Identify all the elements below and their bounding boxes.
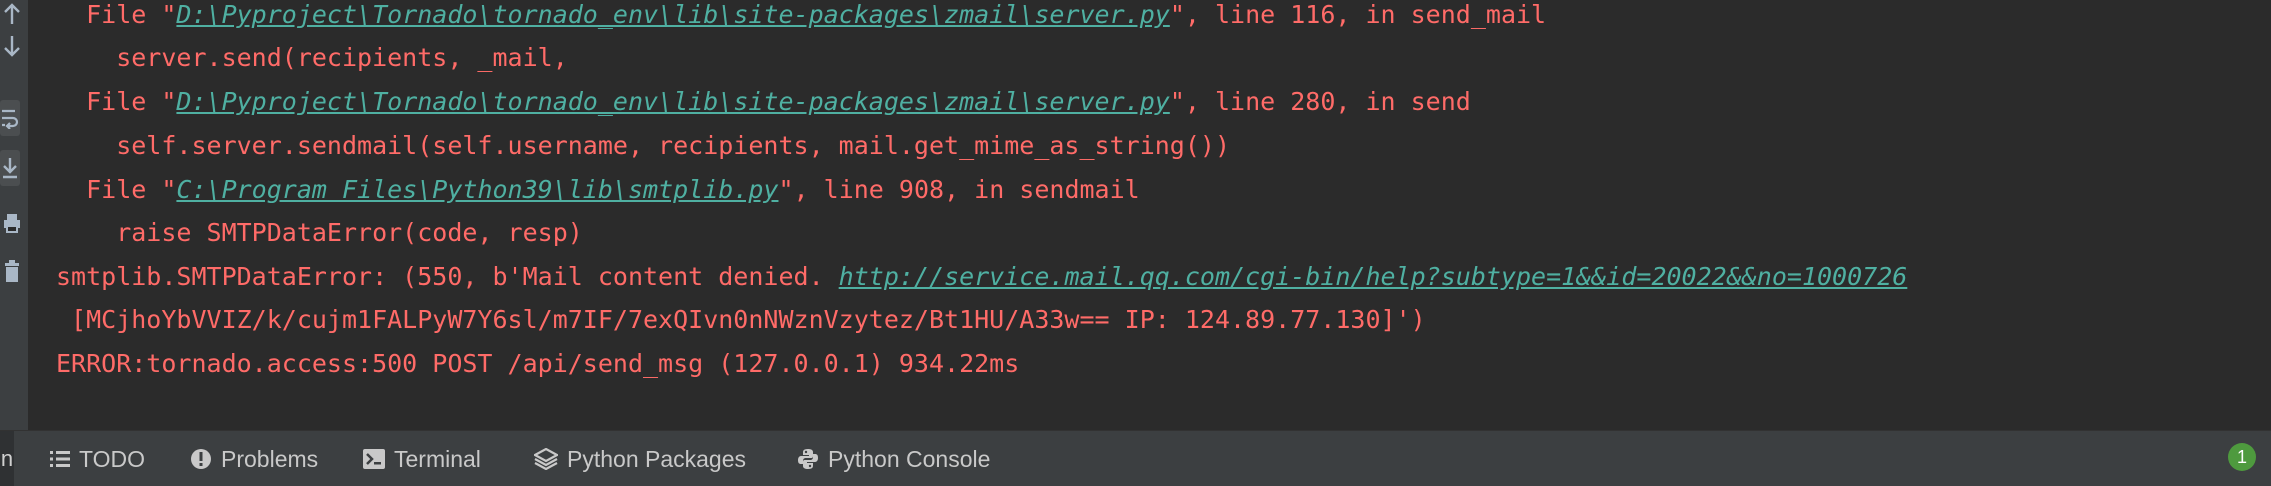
- trash-icon[interactable]: [0, 254, 24, 290]
- terminal-icon: [363, 449, 385, 469]
- scroll-to-end-icon[interactable]: [0, 150, 20, 186]
- event-log-badge[interactable]: 1: [2228, 443, 2256, 471]
- list-icon: [50, 450, 70, 468]
- traceback-file-line: File "D:\Pyproject\Tornado\tornado_env\l…: [56, 0, 1547, 29]
- file-link[interactable]: D:\Pyproject\Tornado\tornado_env\lib\sit…: [176, 87, 1169, 116]
- help-url-link[interactable]: http://service.mail.qq.com/cgi-bin/help?…: [839, 262, 1908, 291]
- tab-todo[interactable]: TODO: [50, 431, 145, 486]
- tab-label: Python Console: [828, 445, 991, 472]
- tab-python-console[interactable]: Python Console: [797, 431, 990, 486]
- exception-line: smtplib.SMTPDataError: (550, b'Mail cont…: [56, 262, 1908, 291]
- file-link[interactable]: C:\Program Files\Python39\lib\smtplib.py: [176, 175, 778, 204]
- tool-window-bar: n TODO Problems Terminal Python Packages: [0, 430, 2271, 486]
- info-circle-icon: [190, 448, 212, 470]
- tab-terminal[interactable]: Terminal: [363, 431, 481, 486]
- ide-window: File "D:\Pyproject\Tornado\tornado_env\l…: [0, 0, 2271, 486]
- down-arrow-icon[interactable]: [0, 28, 24, 64]
- tab-problems[interactable]: Problems: [190, 431, 318, 486]
- run-tab-stub[interactable]: n: [0, 431, 14, 486]
- layers-icon: [534, 448, 558, 470]
- python-icon: [797, 448, 819, 470]
- traceback-file-line: File "C:\Program Files\Python39\lib\smtp…: [56, 175, 1140, 204]
- print-icon[interactable]: [0, 205, 24, 241]
- traceback-file-line: File "D:\Pyproject\Tornado\tornado_env\l…: [56, 87, 1471, 116]
- file-link[interactable]: D:\Pyproject\Tornado\tornado_env\lib\sit…: [176, 0, 1169, 29]
- error-log-line: ERROR:tornado.access:500 POST /api/send_…: [56, 349, 1020, 378]
- traceback-code-line: raise SMTPDataError(code, resp): [56, 218, 583, 247]
- tab-label: TODO: [79, 445, 146, 472]
- tab-label: Terminal: [394, 445, 481, 472]
- tab-label: Python Packages: [567, 445, 747, 472]
- tab-python-packages[interactable]: Python Packages: [534, 431, 746, 486]
- console-action-gutter: [0, 0, 29, 430]
- soft-wrap-icon[interactable]: [0, 100, 20, 136]
- run-console-output: File "D:\Pyproject\Tornado\tornado_env\l…: [28, 0, 2271, 430]
- traceback-code-line: server.send(recipients, _mail,: [56, 43, 568, 72]
- traceback-code-line: self.server.sendmail(self.username, reci…: [56, 131, 1230, 160]
- exception-continuation-line: [MCjhoYbVVIZ/k/cujm1FALPyW7Y6sl/m7IF/7ex…: [56, 305, 1426, 334]
- tab-label: Problems: [221, 445, 319, 472]
